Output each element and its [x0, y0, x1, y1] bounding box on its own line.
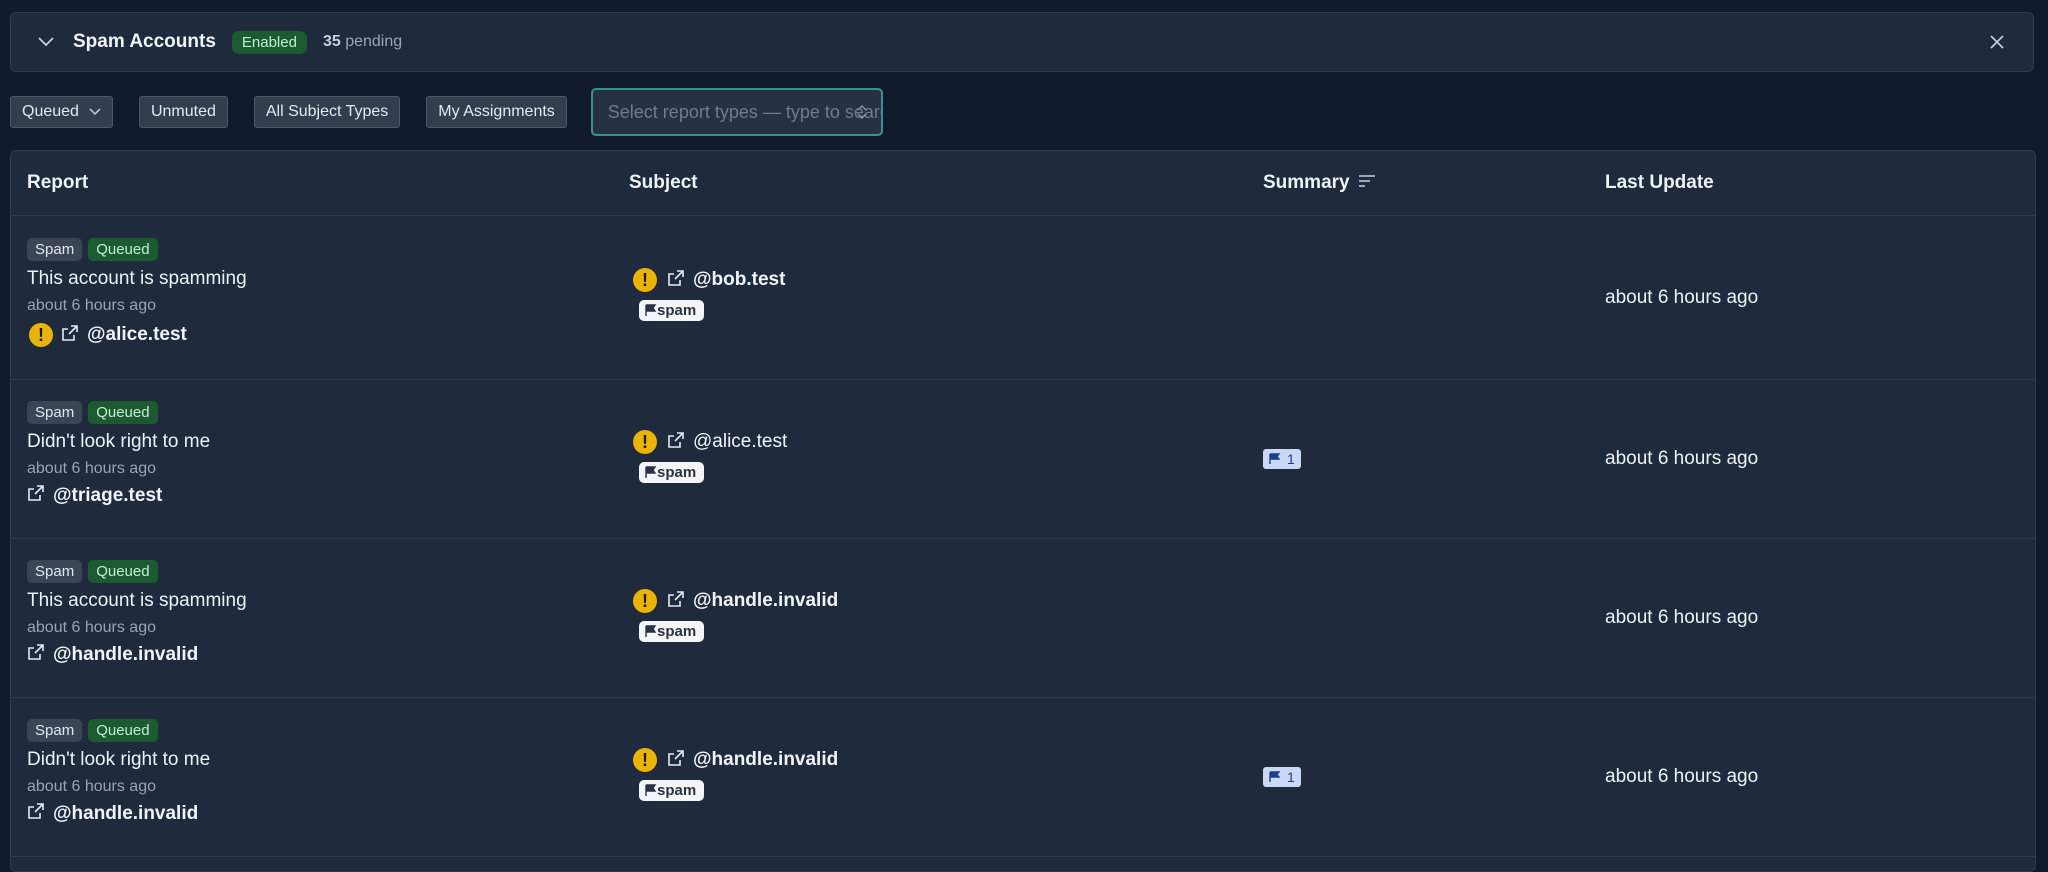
external-link-icon[interactable]: [667, 590, 685, 613]
last-update: about 6 hours ago: [1605, 766, 1759, 787]
subject-label-text: spam: [657, 464, 697, 481]
external-link-icon[interactable]: [667, 431, 685, 454]
subject-column-header: Subject: [629, 172, 698, 193]
subject-handle[interactable]: @alice.test: [693, 431, 787, 453]
last-update-column-header: Last Update: [1605, 172, 1714, 193]
report-cell: Spam Queued This account is spamming abo…: [27, 560, 247, 666]
pending-label: pending: [345, 33, 403, 50]
unmuted-filter-button[interactable]: Unmuted: [138, 96, 228, 128]
queue-title: Spam Accounts: [73, 31, 216, 52]
report-time: about 6 hours ago: [27, 778, 156, 795]
report-cell: Spam Queued Didn't look right to me abou…: [27, 401, 210, 507]
warning-icon: !: [633, 430, 657, 454]
report-type-tag: Spam: [27, 719, 83, 742]
status-badge: Enabled: [231, 30, 307, 54]
flag-icon: [645, 466, 657, 478]
report-type-tag: Spam: [27, 560, 83, 583]
subject-cell: ! @handle.invalid spam: [633, 589, 838, 643]
report-type-tag: Spam: [27, 401, 83, 424]
flag-icon: [1269, 453, 1281, 464]
summary-header-label: Summary: [1263, 172, 1350, 193]
report-time: about 6 hours ago: [27, 619, 156, 636]
last-update: about 6 hours ago: [1605, 448, 1759, 469]
reporter-handle[interactable]: @handle.invalid: [53, 803, 198, 825]
report-reason: Didn't look right to me: [27, 431, 211, 452]
subject-label-text: spam: [657, 302, 697, 319]
external-link-icon[interactable]: [27, 643, 45, 666]
queue-header[interactable]: Spam Accounts Enabled 35 pending: [10, 12, 2034, 72]
flag-count: 1: [1287, 451, 1295, 467]
flag-count-chip: 1: [1263, 449, 1301, 469]
subject-cell: ! @alice.test spam: [633, 430, 787, 484]
report-type-select[interactable]: Select report types — type to search: [590, 88, 883, 136]
subject-label-chip: spam: [639, 462, 705, 483]
report-cell: Spam Queued Didn't look right to me abou…: [27, 719, 210, 825]
reporter-handle[interactable]: @alice.test: [87, 324, 187, 346]
subject-cell: ! @bob.test spam: [633, 268, 785, 322]
chevron-down-icon[interactable]: [35, 31, 57, 53]
warning-icon: !: [633, 589, 657, 613]
external-link-icon[interactable]: [667, 749, 685, 772]
subject-types-filter-button[interactable]: All Subject Types: [253, 96, 401, 128]
report-type-tag: Spam: [27, 238, 83, 261]
queued-filter-label: Queued: [22, 103, 79, 120]
subject-label-chip: spam: [639, 621, 705, 642]
queued-filter-dropdown[interactable]: Queued: [10, 96, 113, 128]
subject-handle[interactable]: @bob.test: [693, 269, 785, 291]
report-reason: This account is spamming: [27, 268, 247, 289]
report-status-tag: Queued: [88, 560, 158, 583]
external-link-icon[interactable]: [27, 484, 45, 507]
report-status-tag: Queued: [88, 719, 158, 742]
report-time: about 6 hours ago: [27, 297, 156, 314]
sort-lines-icon[interactable]: [1358, 172, 1376, 194]
flag-icon: [645, 625, 657, 637]
subject-handle[interactable]: @handle.invalid: [693, 749, 838, 771]
pending-number: 35: [322, 33, 341, 50]
subject-cell: ! @handle.invalid spam: [633, 748, 838, 802]
report-status-tag: Queued: [88, 238, 158, 261]
table-header: Report Subject Summary Last Update: [11, 151, 2035, 216]
report-time: about 6 hours ago: [27, 460, 156, 477]
my-assignments-button[interactable]: My Assignments: [426, 96, 567, 128]
table-row[interactable]: Spam Queued This account is spamming abo…: [11, 216, 2035, 380]
last-update: about 6 hours ago: [1605, 607, 1759, 628]
subject-label-text: spam: [657, 782, 697, 799]
report-reason: This account is spamming: [27, 590, 247, 611]
report-column-header: Report: [27, 172, 89, 193]
report-type-placeholder: Select report types — type to search: [607, 101, 883, 122]
summary-cell: 1: [1263, 767, 1301, 788]
table-row[interactable]: Spam Queued This account is spamming abo…: [11, 539, 2035, 698]
summary-cell: 1: [1263, 449, 1301, 470]
last-update: about 6 hours ago: [1605, 287, 1759, 308]
subject-label-chip: spam: [639, 300, 705, 321]
table-row[interactable]: Spam Queued Didn't look right to me abou…: [11, 380, 2035, 539]
close-icon[interactable]: [1987, 32, 2007, 52]
flag-icon: [1269, 771, 1281, 782]
table-row[interactable]: Spam Queued Didn't look right to me abou…: [11, 698, 2035, 857]
report-status-tag: Queued: [88, 401, 158, 424]
summary-column-header[interactable]: Summary: [1263, 172, 1376, 194]
reporter-handle[interactable]: @triage.test: [53, 485, 162, 507]
reporter-handle[interactable]: @handle.invalid: [53, 644, 198, 666]
flag-count-chip: 1: [1263, 767, 1301, 787]
filter-bar: Queued Unmuted All Subject Types My Assi…: [10, 88, 883, 136]
reports-table: Report Subject Summary Last Update Spam …: [10, 150, 2036, 872]
external-link-icon[interactable]: [27, 802, 45, 825]
pending-count: 35 pending: [323, 33, 402, 51]
report-reason: Didn't look right to me: [27, 749, 211, 770]
warning-icon: !: [29, 323, 53, 347]
report-cell: Spam Queued This account is spamming abo…: [27, 238, 247, 347]
external-link-icon[interactable]: [61, 324, 79, 347]
subject-label-chip: spam: [639, 780, 705, 801]
flag-icon: [645, 304, 657, 316]
subject-label-text: spam: [657, 623, 697, 640]
external-link-icon[interactable]: [667, 269, 685, 292]
flag-icon: [645, 784, 657, 796]
chevron-down-icon: [89, 103, 101, 121]
subject-handle[interactable]: @handle.invalid: [693, 590, 838, 612]
warning-icon: !: [633, 268, 657, 292]
flag-count: 1: [1287, 769, 1295, 785]
warning-icon: !: [633, 748, 657, 772]
select-arrows-icon: [857, 104, 867, 125]
